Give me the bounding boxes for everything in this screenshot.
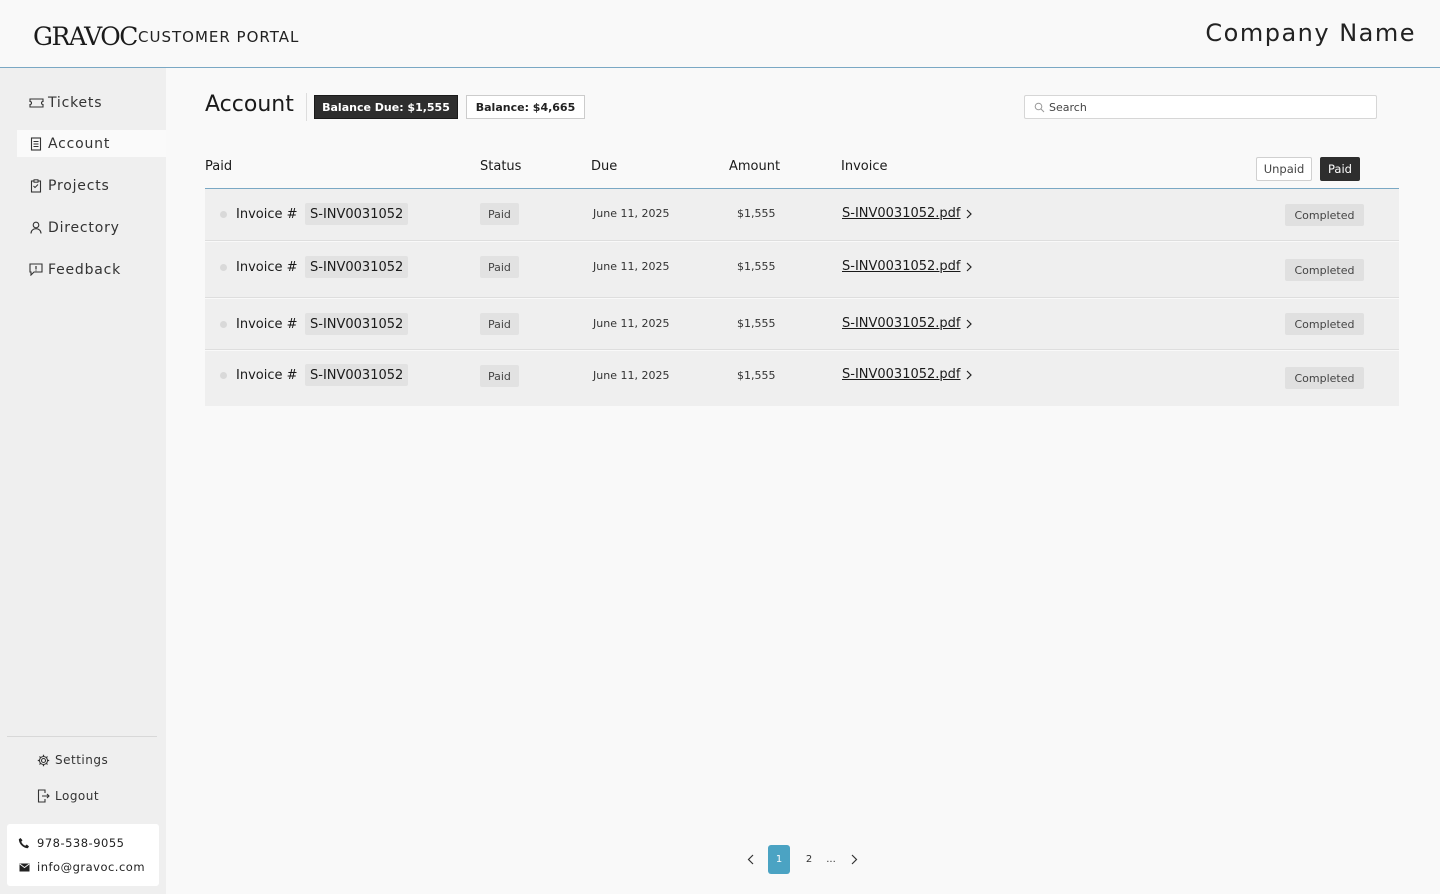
invoice-pdf-link[interactable]: S-INV0031052.pdf (842, 259, 972, 274)
column-header-invoice: Invoice (841, 159, 888, 174)
amount: $1,555 (737, 369, 776, 382)
invoice-pdf-link[interactable]: S-INV0031052.pdf (842, 316, 972, 331)
invoice-pdf-link[interactable]: S-INV0031052.pdf (842, 206, 972, 221)
logout-icon (36, 789, 50, 803)
logout-link[interactable]: Logout (36, 789, 99, 803)
completed-badge: Completed (1285, 367, 1364, 389)
sidebar-item-label: Feedback (48, 261, 122, 278)
title-divider (306, 93, 307, 121)
status-badge: Paid (480, 256, 519, 278)
mail-icon (17, 863, 31, 872)
invoice-pdf-label: S-INV0031052.pdf (842, 206, 961, 221)
column-header-paid: Paid (205, 159, 233, 174)
invoice-pdf-link[interactable]: S-INV0031052.pdf (842, 367, 972, 382)
sidebar-item-label: Projects (48, 177, 110, 194)
row-dot-icon (220, 372, 227, 379)
row-dot-icon (220, 211, 227, 218)
gear-icon (36, 753, 50, 767)
ticket-icon (28, 95, 44, 111)
filter-paid-button[interactable]: Paid (1320, 157, 1360, 181)
search-icon (1033, 101, 1045, 113)
table-row[interactable]: Invoice # S-INV0031052 Paid June 11, 202… (205, 189, 1399, 241)
person-icon (28, 220, 44, 236)
pagination-page-2[interactable]: 2 (801, 845, 817, 874)
column-header-due: Due (591, 159, 618, 174)
phone-icon (17, 837, 31, 849)
column-header-status: Status (480, 159, 522, 174)
invoice-number: S-INV0031052 (305, 256, 409, 278)
amount: $1,555 (737, 207, 776, 220)
invoice-pdf-label: S-INV0031052.pdf (842, 316, 961, 331)
due-date: June 11, 2025 (593, 317, 670, 330)
chevron-right-icon (966, 262, 972, 272)
contact-phone[interactable]: 978-538-9055 (17, 836, 124, 850)
completed-badge: Completed (1285, 204, 1364, 226)
phone-number: 978-538-9055 (37, 836, 125, 850)
document-icon (28, 136, 44, 152)
invoice-label: Invoice # (236, 368, 298, 383)
portal-title: CUSTOMER PORTAL (138, 28, 300, 46)
chevron-right-icon (851, 850, 858, 869)
contact-email[interactable]: info@gravoc.com (17, 860, 145, 874)
email-address: info@gravoc.com (37, 860, 146, 874)
sidebar-item-label: Account (48, 135, 111, 152)
logo[interactable]: GRAVOC (33, 22, 138, 51)
invoice-number: S-INV0031052 (305, 313, 409, 335)
invoice-number: S-INV0031052 (305, 203, 409, 225)
balance-due-badge[interactable]: Balance Due: $1,555 (314, 95, 458, 119)
sidebar-item-account[interactable]: Account (17, 130, 166, 157)
settings-link[interactable]: Settings (36, 753, 108, 767)
completed-badge: Completed (1285, 259, 1364, 281)
sidebar-item-feedback[interactable]: Feedback (17, 256, 166, 283)
row-dot-icon (220, 321, 227, 328)
invoice-number: S-INV0031052 (305, 364, 409, 386)
sidebar-divider (7, 736, 157, 737)
filter-unpaid-button[interactable]: Unpaid (1256, 157, 1312, 181)
feedback-icon (28, 262, 44, 278)
chevron-right-icon (966, 370, 972, 380)
pagination-next[interactable] (848, 852, 860, 866)
chevron-left-icon (747, 850, 754, 869)
due-date: June 11, 2025 (593, 260, 670, 273)
page-title: Account (205, 92, 294, 117)
table-row[interactable]: Invoice # S-INV0031052 Paid June 11, 202… (205, 351, 1399, 406)
chevron-right-icon (966, 209, 972, 219)
pagination-page-1[interactable]: 1 (768, 845, 790, 874)
search-input[interactable] (1049, 100, 1349, 114)
amount: $1,555 (737, 260, 776, 273)
status-badge: Paid (480, 365, 519, 387)
pagination-ellipsis: ... (826, 854, 836, 865)
company-name: Company Name (1205, 19, 1416, 47)
invoice-label: Invoice # (236, 260, 298, 275)
invoice-pdf-label: S-INV0031052.pdf (842, 259, 961, 274)
sidebar-item-projects[interactable]: Projects (17, 172, 166, 199)
chevron-right-icon (966, 319, 972, 329)
header: GRAVOC CUSTOMER PORTAL Company Name (0, 0, 1440, 68)
pagination-prev[interactable] (744, 852, 756, 866)
due-date: June 11, 2025 (593, 207, 670, 220)
amount: $1,555 (737, 317, 776, 330)
sidebar: Tickets Account Projects Directory Feedb… (0, 68, 166, 894)
balance-badge[interactable]: Balance: $4,665 (466, 95, 585, 119)
logout-label: Logout (55, 789, 100, 803)
sidebar-item-label: Directory (48, 219, 120, 236)
row-dot-icon (220, 264, 227, 271)
invoice-pdf-label: S-INV0031052.pdf (842, 367, 961, 382)
settings-label: Settings (55, 753, 109, 767)
status-badge: Paid (480, 203, 519, 225)
table-row[interactable]: Invoice # S-INV0031052 Paid June 11, 202… (205, 242, 1399, 298)
search-box[interactable] (1024, 95, 1377, 119)
sidebar-item-tickets[interactable]: Tickets (17, 89, 166, 116)
status-badge: Paid (480, 313, 519, 335)
table-row[interactable]: Invoice # S-INV0031052 Paid June 11, 202… (205, 299, 1399, 350)
invoice-label: Invoice # (236, 317, 298, 332)
clipboard-icon (28, 178, 44, 194)
contact-box: 978-538-9055 info@gravoc.com (7, 824, 159, 886)
sidebar-item-directory[interactable]: Directory (17, 214, 166, 241)
completed-badge: Completed (1285, 313, 1364, 335)
column-header-amount: Amount (729, 159, 781, 174)
due-date: June 11, 2025 (593, 369, 670, 382)
invoice-label: Invoice # (236, 207, 298, 222)
sidebar-item-label: Tickets (48, 94, 103, 111)
